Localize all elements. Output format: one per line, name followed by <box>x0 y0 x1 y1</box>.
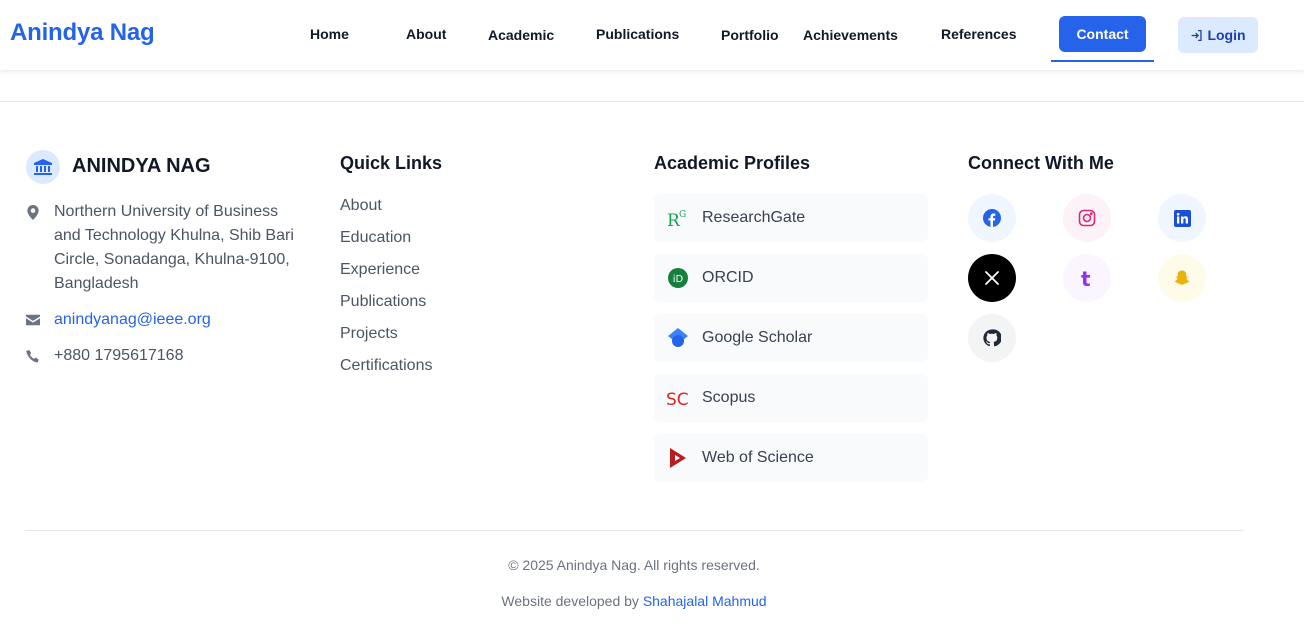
location-pin-icon <box>27 205 39 220</box>
instagram-icon <box>1078 209 1096 227</box>
svg-text:iD: iD <box>673 274 684 285</box>
site-brand[interactable]: Anindya Nag <box>10 19 155 47</box>
quick-link-certifications[interactable]: Certifications <box>340 357 432 375</box>
researchgate-icon: R G <box>667 210 686 228</box>
profile-label: ORCID <box>702 269 754 286</box>
contact-button[interactable]: Contact <box>1059 16 1146 52</box>
svg-text:G: G <box>679 210 686 220</box>
facebook-button[interactable] <box>968 194 1016 242</box>
email-row: anindyanag@ieee.org <box>26 308 211 332</box>
section-divider <box>0 101 1304 102</box>
quick-link-experience[interactable]: Experience <box>340 261 420 279</box>
connect-heading: Connect With Me <box>968 153 1114 173</box>
institution-icon-wrap <box>26 150 60 184</box>
linkedin-button[interactable] <box>1158 194 1206 242</box>
nav-references[interactable]: References <box>941 26 1017 42</box>
facebook-icon <box>983 209 1001 227</box>
web-of-science-icon <box>670 448 686 468</box>
quick-link-education[interactable]: Education <box>340 229 411 247</box>
linkedin-icon <box>1173 209 1191 227</box>
academic-profiles-heading: Academic Profiles <box>654 153 811 173</box>
profile-web-of-science[interactable]: Web of Science <box>654 434 928 482</box>
login-label: Login <box>1207 27 1246 43</box>
x-icon <box>985 271 999 285</box>
profile-label: Web of Science <box>702 449 814 466</box>
profile-orcid[interactable]: iD ORCID <box>654 254 928 302</box>
developer-credit: Website developed by Shahajalal Mahmud <box>0 593 1268 609</box>
quick-link-publications[interactable]: Publications <box>340 293 426 311</box>
site-header: Anindya Nag Home About Academic Publicat… <box>0 0 1304 70</box>
nav-home[interactable]: Home <box>310 26 349 42</box>
credit-prefix: Website developed by <box>501 593 639 609</box>
phone-row: +880 1795617168 <box>26 344 183 368</box>
envelope-icon <box>26 314 40 326</box>
profile-google-scholar[interactable]: Google Scholar <box>654 314 928 362</box>
phone-icon <box>26 349 39 363</box>
google-scholar-icon <box>668 328 688 347</box>
address-row: Northern University of Business and Tech… <box>26 200 306 296</box>
svg-text:SC: SC <box>666 390 689 408</box>
phone-text: +880 1795617168 <box>54 347 184 364</box>
profile-label: Google Scholar <box>702 329 813 346</box>
profile-researchgate[interactable]: R G ResearchGate <box>654 194 928 242</box>
email-link[interactable]: anindyanag@ieee.org <box>54 308 211 332</box>
institution-icon <box>34 159 52 175</box>
quick-links-heading: Quick Links <box>340 153 443 173</box>
profile-label: Scopus <box>702 389 756 406</box>
quick-link-projects[interactable]: Projects <box>340 325 398 343</box>
instagram-button[interactable] <box>1063 194 1111 242</box>
quick-link-about[interactable]: About <box>340 197 382 215</box>
login-button[interactable]: Login <box>1178 17 1258 53</box>
nav-about[interactable]: About <box>406 26 446 42</box>
snapchat-icon <box>1174 270 1190 285</box>
nav-publications[interactable]: Publications <box>596 26 679 42</box>
nav-achievements[interactable]: Achievements <box>803 27 898 43</box>
orcid-icon: iD <box>668 268 688 288</box>
x-button[interactable] <box>968 254 1016 302</box>
login-icon <box>1192 29 1203 41</box>
github-icon <box>983 329 1001 347</box>
nav-academic[interactable]: Academic <box>488 27 554 43</box>
copyright-text: © 2025 Anindya Nag. All rights reserved. <box>508 557 760 573</box>
snapchat-button[interactable] <box>1158 254 1206 302</box>
profile-scopus[interactable]: SC Scopus <box>654 374 928 422</box>
profile-label: ResearchGate <box>702 209 806 226</box>
footer-divider <box>25 530 1243 531</box>
developer-link[interactable]: Shahajalal Mahmud <box>643 593 767 609</box>
org-name: ANINDYA NAG <box>72 155 211 177</box>
tumblr-icon: t <box>1081 268 1091 288</box>
active-nav-underline <box>1051 60 1154 62</box>
svg-text:t: t <box>1081 268 1091 288</box>
tumblr-button[interactable]: t <box>1063 254 1111 302</box>
address-text: Northern University of Business and Tech… <box>54 203 294 292</box>
scopus-icon: SC <box>666 390 689 408</box>
nav-portfolio[interactable]: Portfolio <box>721 27 779 43</box>
github-button[interactable] <box>968 314 1016 362</box>
